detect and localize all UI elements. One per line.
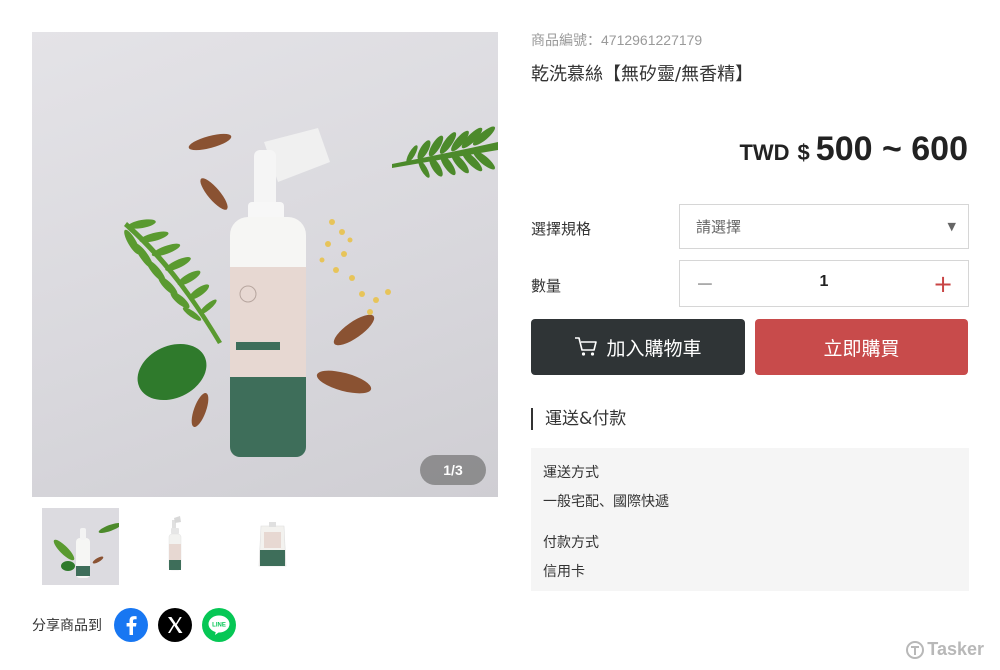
- price-amount: 500 ~ 600: [815, 130, 968, 168]
- quantity-stepper: − 1 +: [679, 260, 969, 307]
- spec-select-value: 請選擇: [696, 218, 742, 236]
- buy-now-label: 立即購買: [823, 337, 900, 360]
- cart-icon: [574, 336, 598, 358]
- dropdown-caret-icon: ▼: [947, 220, 956, 233]
- x-logo-icon: [168, 617, 183, 633]
- product-price: TWD $ 500 ~ 600: [739, 130, 968, 169]
- quantity-label: 數量: [531, 277, 562, 295]
- quantity-value[interactable]: 1: [820, 273, 829, 291]
- facebook-icon: [126, 616, 137, 635]
- product-photo-illustration: [124, 126, 498, 457]
- shipping-payment-panel: 運送方式 一般宅配、國際快遞 付款方式 信用卡: [531, 448, 969, 591]
- image-counter-badge: 1/3: [420, 455, 486, 485]
- share-label: 分享商品到: [32, 618, 102, 634]
- line-logo-icon: LINE: [208, 615, 230, 635]
- spec-label: 選擇規格: [531, 220, 592, 238]
- line-share-button[interactable]: LINE: [202, 608, 236, 642]
- price-symbol: $: [797, 140, 810, 165]
- buy-now-button[interactable]: 立即購買: [755, 319, 968, 375]
- payment-method-label: 付款方式: [543, 535, 599, 551]
- spec-select[interactable]: 請選擇 ▼: [679, 204, 969, 249]
- quantity-increase-button[interactable]: +: [930, 270, 956, 298]
- svg-text:LINE: LINE: [212, 622, 226, 628]
- quantity-decrease-button[interactable]: −: [692, 271, 718, 297]
- watermark-text: Tasker: [927, 639, 984, 659]
- add-to-cart-button[interactable]: 加入購物車: [531, 319, 745, 375]
- tasker-logo-icon: [906, 640, 925, 659]
- thumbnail-pouch-illustration: [258, 522, 287, 567]
- add-to-cart-label: 加入購物車: [606, 337, 702, 360]
- thumbnail-refill-pouch-photo[interactable]: [234, 508, 311, 585]
- thumbnail-product-photo[interactable]: [42, 508, 119, 585]
- x-share-button[interactable]: [158, 608, 192, 642]
- watermark: Tasker: [905, 639, 984, 660]
- thumbnail-product-illustration: [42, 508, 119, 585]
- shipping-method-value: 一般宅配、國際快遞: [543, 494, 669, 510]
- payment-method-value: 信用卡: [543, 564, 585, 580]
- share-bar: 分享商品到 LINE: [32, 608, 236, 642]
- shipping-payment-heading: 運送&付款: [531, 408, 626, 430]
- product-title: 乾洗慕絲【無矽靈/無香精】: [531, 64, 754, 85]
- price-currency: TWD: [739, 140, 790, 165]
- thumbnail-strip: [42, 508, 311, 585]
- thumbnail-bottle-illustration: [168, 516, 182, 571]
- shipping-method-label: 運送方式: [543, 465, 599, 481]
- facebook-share-button[interactable]: [114, 608, 148, 642]
- main-product-image[interactable]: 1/3: [32, 32, 498, 497]
- thumbnail-bottle-photo[interactable]: [138, 508, 215, 585]
- product-sku: 商品編號：4712961227179: [531, 32, 703, 48]
